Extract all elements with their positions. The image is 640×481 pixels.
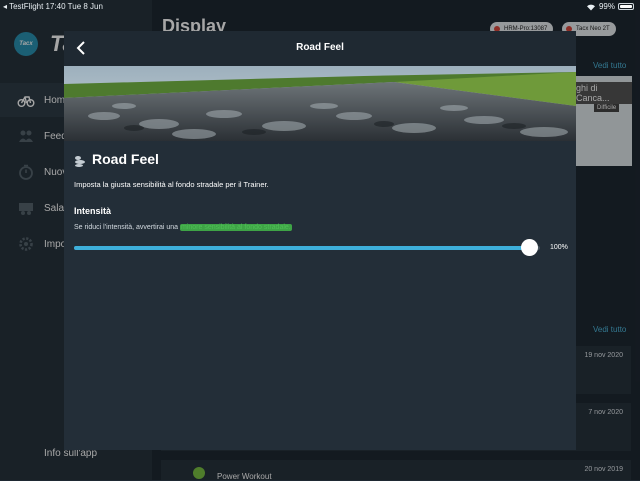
status-left: ◂ TestFlight 17:40 Tue 8 Jun xyxy=(3,2,103,11)
battery-icon xyxy=(618,3,634,10)
intensity-hint: Se riduci l'intensità, avvertirai una mi… xyxy=(74,224,292,231)
section-title: Road Feel xyxy=(92,151,159,167)
slider-fill xyxy=(74,246,530,250)
hint-text: Se riduci l'intensità, avvertirai una xyxy=(74,224,180,231)
slider-thumb[interactable] xyxy=(521,239,538,256)
intensity-value: 100% xyxy=(550,244,568,251)
status-bar: ◂ TestFlight 17:40 Tue 8 Jun 99% xyxy=(0,0,640,13)
battery-percent: 99% xyxy=(598,2,615,11)
status-right: 99% xyxy=(586,0,634,13)
modal-title: Road Feel xyxy=(296,42,344,53)
intensity-slider[interactable] xyxy=(74,238,540,258)
section-description: Imposta la giusta sensibilità al fondo s… xyxy=(74,180,269,189)
wifi-icon xyxy=(586,4,595,10)
road-feel-icon xyxy=(74,154,86,167)
hint-highlight: minore sensibilità al fondo stradale. xyxy=(180,224,292,231)
modal-header: Road Feel xyxy=(64,31,576,66)
intensity-label: Intensità xyxy=(74,206,112,216)
cobblestone-hero-image xyxy=(64,66,576,141)
road-feel-modal: Road Feel Road Feel Imposta la giusta se… xyxy=(64,31,576,450)
